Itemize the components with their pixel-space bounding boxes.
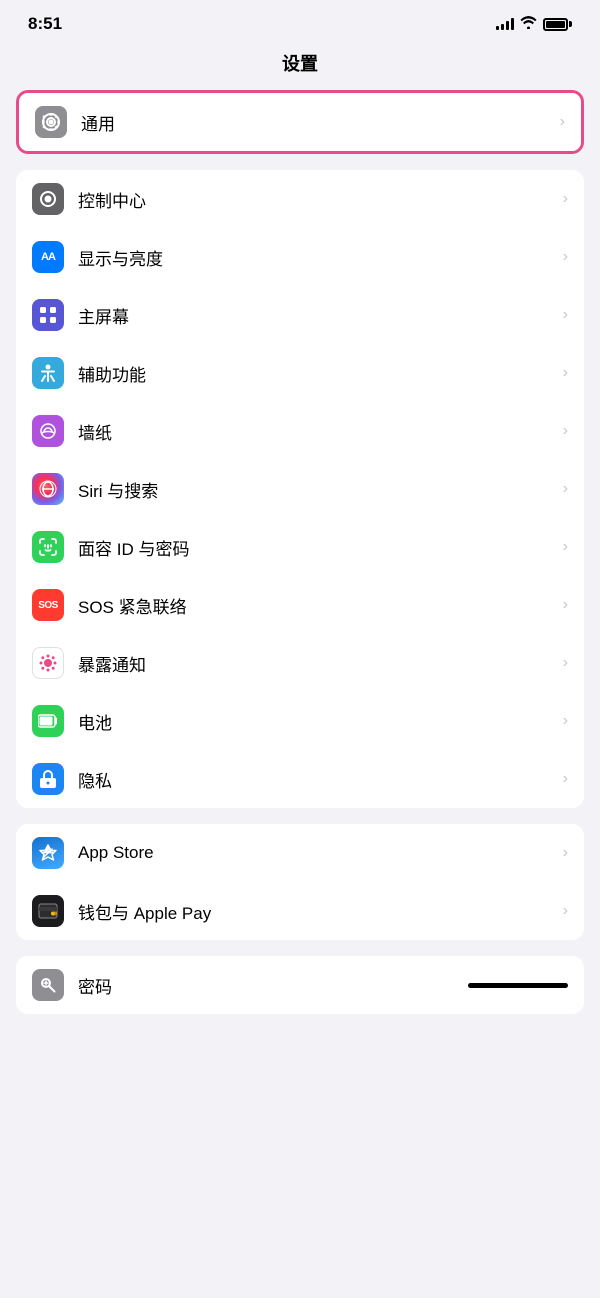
control-center-label: 控制中心 [78,187,563,212]
display-icon: AA [32,241,64,273]
privacy-label: 隐私 [78,767,563,792]
sos-icon: SOS [32,589,64,621]
accessibility-icon [32,357,64,389]
status-bar: 8:51 [0,0,600,42]
battery-label: 电池 [78,709,563,734]
appstore-chevron: › [563,844,568,862]
settings-group-passwords: 密码 [16,956,584,1014]
siri-icon [32,473,64,505]
appstore-icon [32,837,64,869]
display-label: 显示与亮度 [78,245,563,270]
passwords-label: 密码 [78,973,273,998]
settings-row-battery[interactable]: 电池 › [16,692,584,750]
battery-settings-icon [32,705,64,737]
siri-chevron: › [563,480,568,498]
display-chevron: › [563,248,568,266]
wallpaper-chevron: › [563,422,568,440]
status-icons [496,16,572,32]
settings-row-accessibility[interactable]: 辅助功能 › [16,344,584,402]
exposure-label: 暴露通知 [78,651,563,676]
settings-row-control-center[interactable]: 控制中心 › [16,170,584,228]
faceid-icon [32,531,64,563]
control-center-icon [32,183,64,215]
exposure-icon [32,647,64,679]
accessibility-chevron: › [563,364,568,382]
wallet-chevron: › [563,902,568,920]
home-screen-label: 主屏幕 [78,303,563,328]
settings-row-appstore[interactable]: App Store › [16,824,584,882]
home-screen-chevron: › [563,306,568,324]
wallet-icon [32,895,64,927]
wifi-icon [520,16,537,32]
settings-row-passwords[interactable]: 密码 [16,956,584,1014]
siri-label: Siri 与搜索 [78,477,563,502]
wallpaper-label: 墙纸 [78,419,563,444]
settings-row-home-screen[interactable]: 主屏幕 › [16,286,584,344]
privacy-chevron: › [563,770,568,788]
faceid-chevron: › [563,538,568,556]
wallet-label: 钱包与 Apple Pay [78,899,563,924]
page-title: 设置 [0,42,600,90]
settings-row-exposure[interactable]: 暴露通知 › [16,634,584,692]
settings-row-wallpaper[interactable]: 墙纸 › [16,402,584,460]
settings-row-wallet[interactable]: 钱包与 Apple Pay › [16,882,584,940]
exposure-chevron: › [563,654,568,672]
accessibility-label: 辅助功能 [78,361,563,386]
general-chevron: › [560,113,565,131]
settings-row-general[interactable]: 通用 › [19,93,581,151]
general-icon [35,106,67,138]
faceid-label: 面容 ID 与密码 [78,535,563,560]
wallpaper-icon [32,415,64,447]
settings-row-privacy[interactable]: 隐私 › [16,750,584,808]
general-label: 通用 [81,110,560,135]
control-center-chevron: › [563,190,568,208]
settings-row-faceid[interactable]: 面容 ID 与密码 › [16,518,584,576]
settings-group-general: 通用 › [16,90,584,154]
status-time: 8:51 [28,14,62,34]
signal-icon [496,18,514,30]
battery-icon [543,18,572,31]
sos-label: SOS 紧急联络 [78,593,563,618]
home-screen-icon [32,299,64,331]
settings-group-store: App Store › 钱包与 Apple Pay › [16,824,584,940]
settings-row-siri[interactable]: Siri 与搜索 › [16,460,584,518]
passwords-icon [32,969,64,1001]
appstore-label: App Store [78,843,563,863]
settings-group-display: 控制中心 › AA 显示与亮度 › 主屏幕 › 辅助功能 [16,170,584,808]
settings-row-display[interactable]: AA 显示与亮度 › [16,228,584,286]
settings-row-sos[interactable]: SOS SOS 紧急联络 › [16,576,584,634]
battery-chevron: › [563,712,568,730]
privacy-icon [32,763,64,795]
sos-chevron: › [563,596,568,614]
